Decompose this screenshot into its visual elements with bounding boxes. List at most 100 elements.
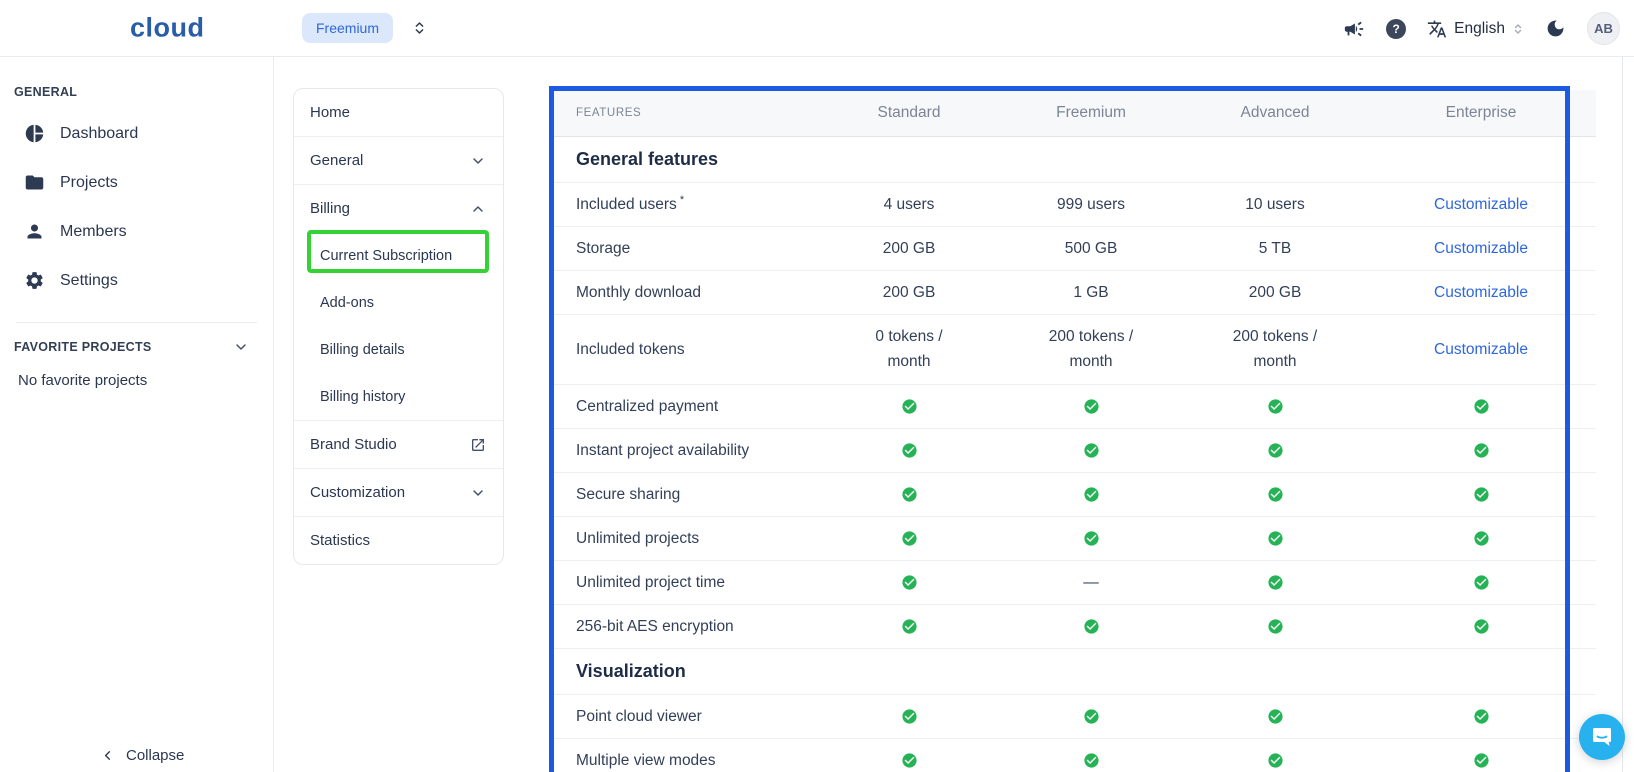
value-freemium: 1 GB <box>998 284 1184 302</box>
nav-item-label: General <box>310 152 363 169</box>
nav-item-current-subscription[interactable]: Current Subscription <box>294 232 503 279</box>
value-standard: 4 users <box>820 196 998 214</box>
workspace-badge[interactable]: Freemium <box>302 13 393 43</box>
feature-name: Unlimited project time <box>554 574 820 592</box>
check-icon <box>1267 398 1284 415</box>
value-advanced <box>1184 752 1366 770</box>
nav-item-add-ons[interactable]: Add-ons <box>294 279 503 326</box>
check-icon <box>1267 530 1284 547</box>
value-standard: 200 GB <box>820 240 998 258</box>
customizable-link-enterprise[interactable]: Customizable <box>1366 284 1596 302</box>
check-icon <box>901 574 918 591</box>
collapse-label: Collapse <box>126 747 184 764</box>
help-icon[interactable]: ? <box>1386 19 1406 39</box>
sidebar-item-label: Dashboard <box>60 125 138 143</box>
table-row-storage: Storage200 GB500 GB5 TBCustomizable <box>554 227 1596 271</box>
language-label: English <box>1454 20 1505 38</box>
check-icon <box>1267 574 1284 591</box>
value-standard <box>820 530 998 548</box>
sidebar-item-projects[interactable]: Projects <box>0 158 273 207</box>
check-icon <box>1083 442 1100 459</box>
feature-name: 256-bit AES encryption <box>554 618 820 636</box>
table-row-instant-project-availability: Instant project availability <box>554 429 1596 473</box>
check-icon <box>1473 486 1490 503</box>
dark-mode-icon[interactable] <box>1545 18 1566 39</box>
plan-column-advanced: Advanced <box>1184 104 1366 122</box>
nav-item-brand-studio[interactable]: Brand Studio <box>294 421 503 468</box>
value-enterprise <box>1366 530 1596 548</box>
section-header-general-features: General features <box>554 137 1596 183</box>
feature-name: Unlimited projects <box>554 530 820 548</box>
favorites-section-label: FAVORITE PROJECTS <box>14 340 152 354</box>
feature-name: Monthly download <box>554 284 820 302</box>
nav-item-billing[interactable]: Billing <box>294 185 503 232</box>
chat-widget-button[interactable] <box>1579 714 1625 760</box>
check-icon <box>1083 398 1100 415</box>
folder-icon <box>24 172 45 193</box>
favorites-section-header[interactable]: FAVORITE PROJECTS <box>14 339 249 355</box>
value-enterprise <box>1366 574 1596 592</box>
pie-chart-icon <box>24 123 45 144</box>
value-enterprise <box>1366 618 1596 636</box>
value-standard <box>820 486 998 504</box>
avatar[interactable]: AB <box>1587 12 1620 45</box>
chevron-left-icon <box>100 748 115 763</box>
check-icon <box>1267 442 1284 459</box>
chat-bubble-icon <box>1590 725 1614 749</box>
feature-name: Secure sharing <box>554 486 820 504</box>
top-right-actions: ? English AB <box>1343 0 1620 57</box>
value-standard <box>820 574 998 592</box>
value-advanced: 200 tokens / month <box>1184 325 1366 375</box>
top-bar: cloud Freemium ? English AB <box>0 0 1634 57</box>
feature-name: Included tokens <box>554 341 820 359</box>
value-advanced: 5 TB <box>1184 240 1366 258</box>
sidebar-item-settings[interactable]: Settings <box>0 256 273 305</box>
nav-item-general[interactable]: General <box>294 137 503 184</box>
app-logo[interactable]: cloud <box>130 13 205 44</box>
value-advanced <box>1184 398 1366 416</box>
nav-item-billing-details[interactable]: Billing details <box>294 326 503 373</box>
check-icon <box>1083 752 1100 769</box>
sidebar-item-dashboard[interactable]: Dashboard <box>0 109 273 158</box>
table-header-row: FEATURESStandardFreemiumAdvancedEnterpri… <box>554 90 1596 137</box>
table-row-multiple-view-modes: Multiple view modes <box>554 739 1596 772</box>
sidebar-item-members[interactable]: Members <box>0 207 273 256</box>
megaphone-icon[interactable] <box>1343 18 1365 40</box>
check-icon <box>1473 618 1490 635</box>
value-advanced <box>1184 574 1366 592</box>
nav-item-label: Billing history <box>320 389 405 405</box>
check-icon <box>1473 574 1490 591</box>
footnote-marker: * <box>680 194 684 206</box>
sidebar: GENERAL Dashboard Projects Members Setti… <box>0 57 274 772</box>
value-advanced: 10 users <box>1184 196 1366 214</box>
section-header-visualization: Visualization <box>554 649 1596 695</box>
check-icon <box>1473 530 1490 547</box>
nav-item-billing-history[interactable]: Billing history <box>294 373 503 420</box>
value-standard <box>820 752 998 770</box>
nav-item-label: Statistics <box>310 532 370 549</box>
collapse-sidebar-button[interactable]: Collapse <box>100 747 184 764</box>
value-freemium-not-included: — <box>998 574 1184 592</box>
value-freemium <box>998 618 1184 636</box>
value-standard <box>820 708 998 726</box>
table-row-centralized-payment: Centralized payment <box>554 385 1596 429</box>
workspace-switcher-icon[interactable] <box>412 21 427 36</box>
sidebar-item-label: Settings <box>60 272 118 290</box>
unfold-icon <box>1512 23 1524 35</box>
nav-item-home[interactable]: Home <box>294 89 503 136</box>
customizable-link-enterprise[interactable]: Customizable <box>1366 196 1596 214</box>
nav-item-statistics[interactable]: Statistics <box>294 517 503 564</box>
feature-name: Point cloud viewer <box>554 708 820 726</box>
check-icon <box>1473 442 1490 459</box>
nav-item-customization[interactable]: Customization <box>294 469 503 516</box>
customizable-link-enterprise[interactable]: Customizable <box>1366 341 1596 359</box>
check-icon <box>901 398 918 415</box>
language-selector[interactable]: English <box>1427 19 1524 39</box>
check-icon <box>1473 398 1490 415</box>
nav-item-label: Customization <box>310 484 405 501</box>
value-enterprise <box>1366 486 1596 504</box>
plan-column-standard: Standard <box>820 104 998 122</box>
customizable-link-enterprise[interactable]: Customizable <box>1366 240 1596 258</box>
value-freemium <box>998 486 1184 504</box>
table-row-secure-sharing: Secure sharing <box>554 473 1596 517</box>
